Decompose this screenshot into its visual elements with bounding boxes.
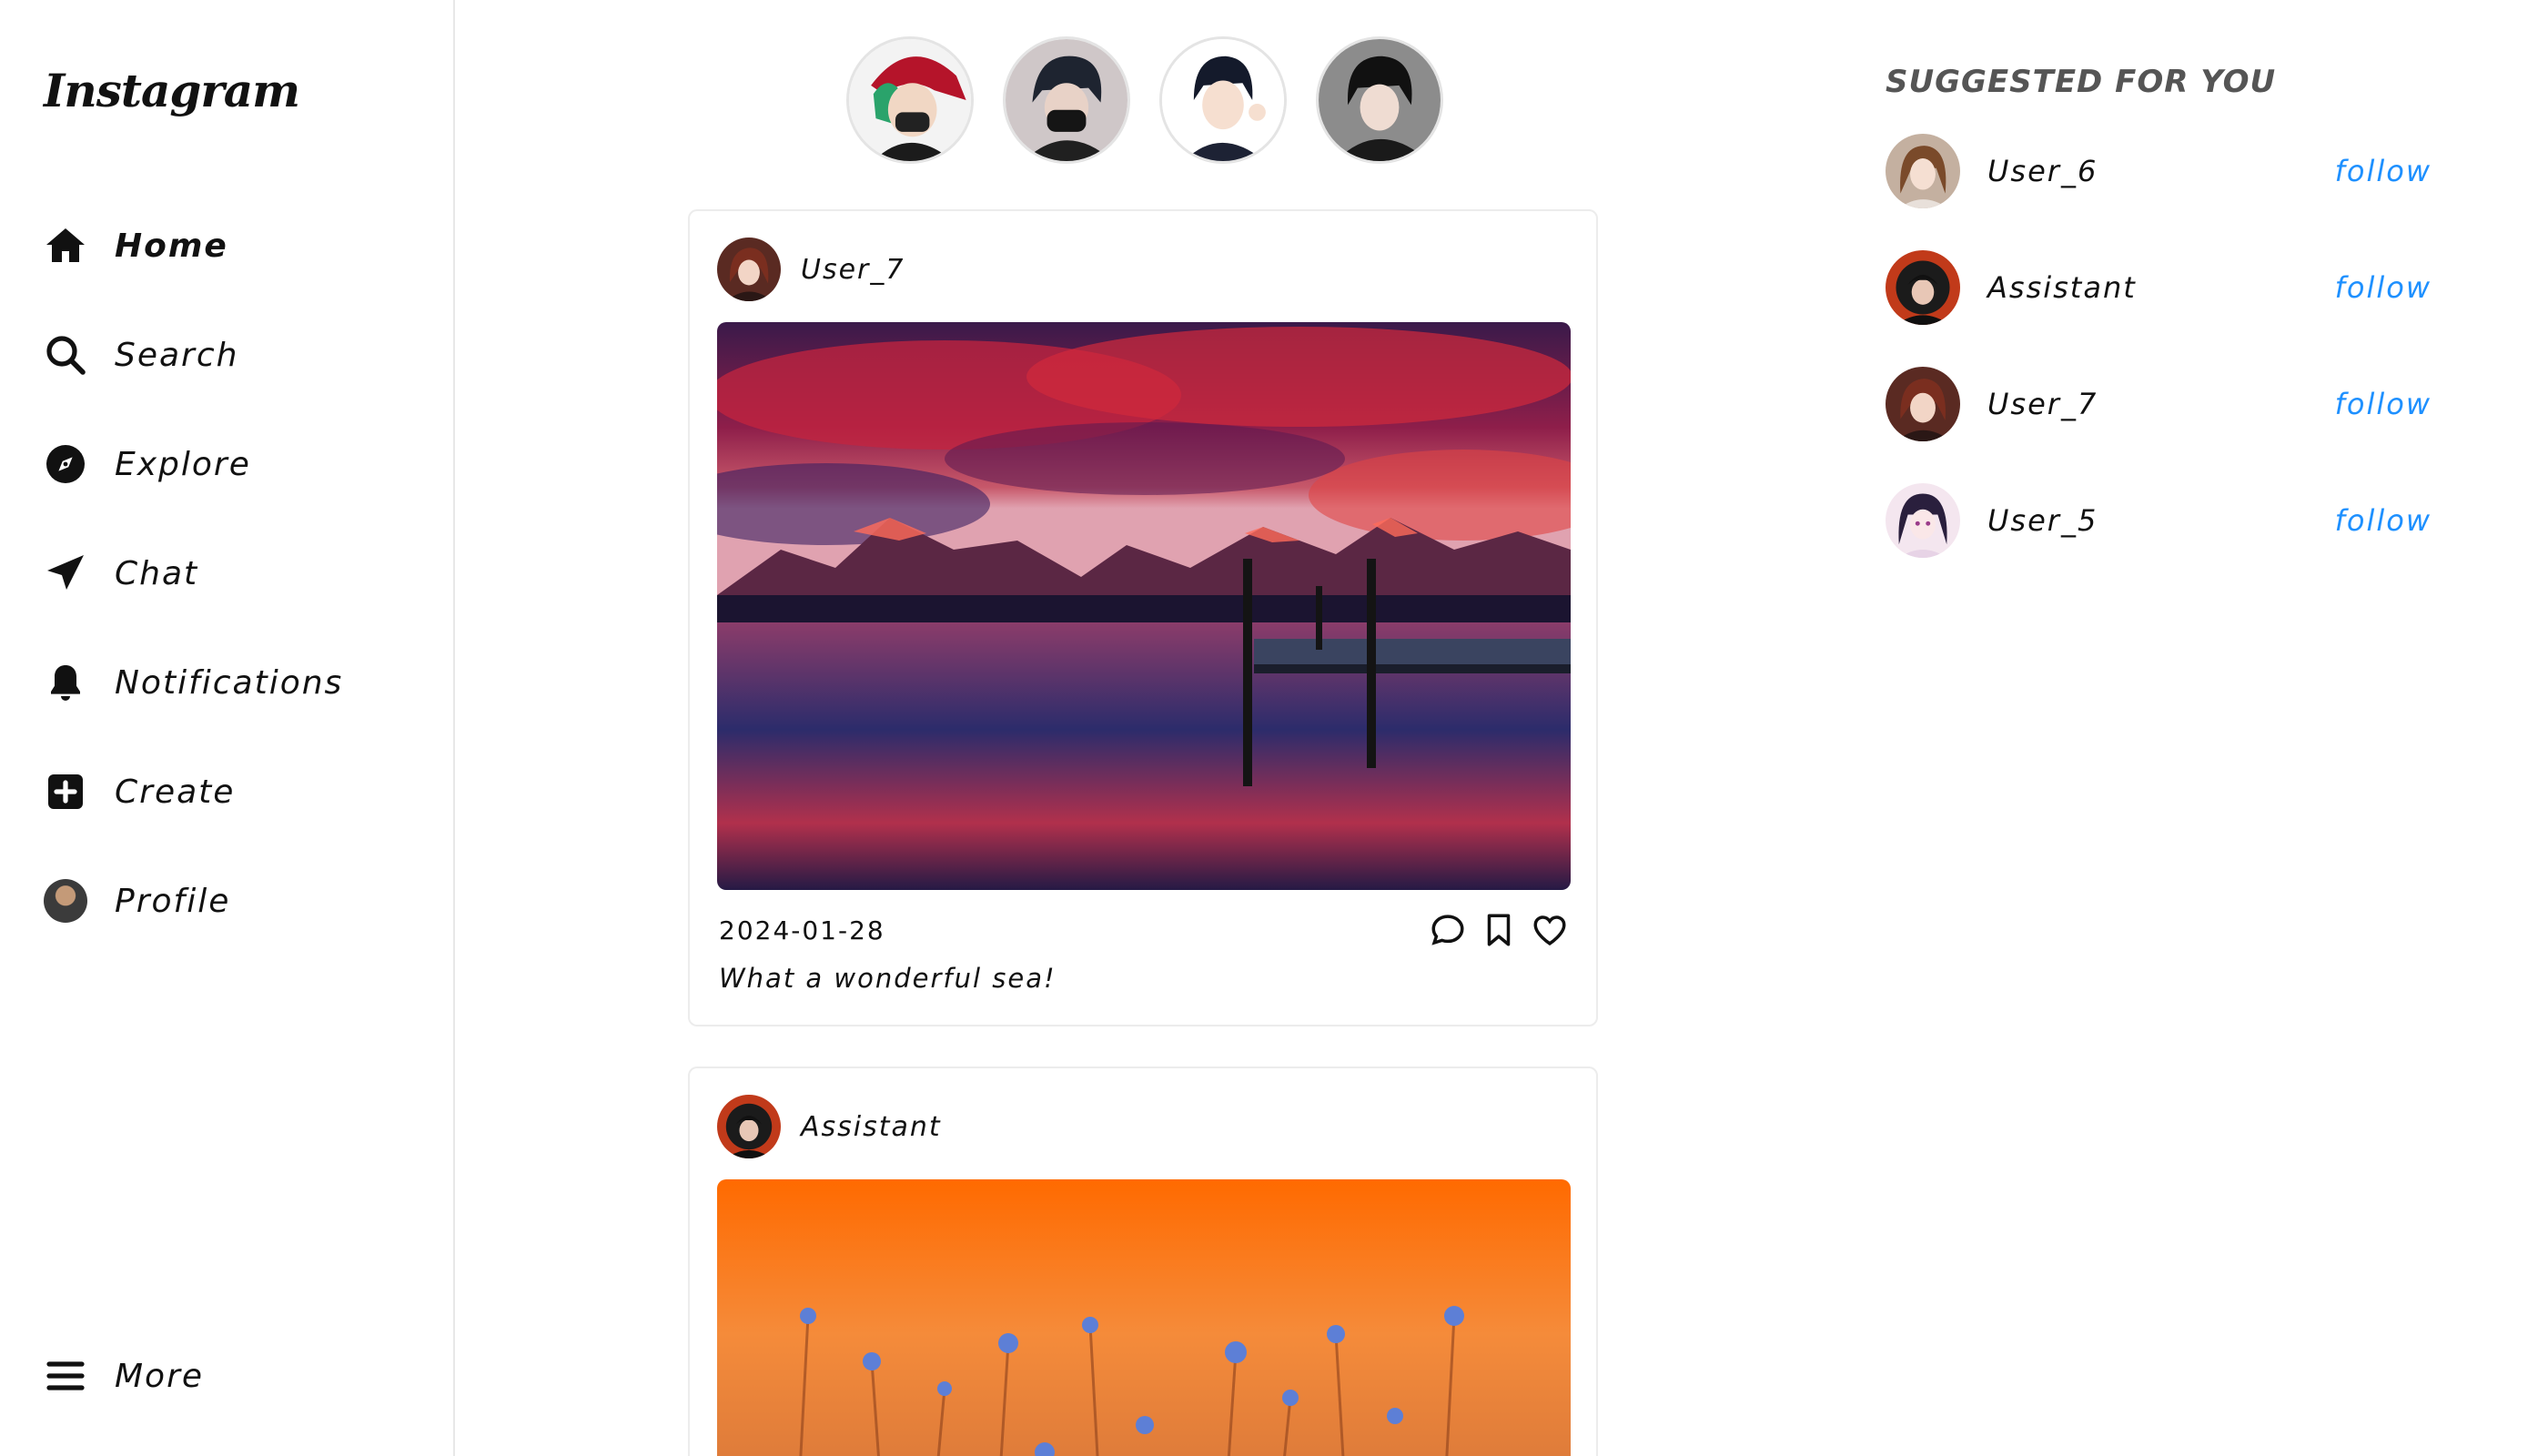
post-image[interactable] <box>717 322 1571 890</box>
follow-button[interactable]: follow <box>2335 387 2432 421</box>
suggestion-avatar[interactable] <box>1886 250 1960 325</box>
suggestion-avatar[interactable] <box>1886 134 1960 208</box>
sidebar-item-label: Chat <box>115 554 199 592</box>
send-icon <box>44 551 87 595</box>
profile-avatar <box>44 879 87 923</box>
post-image[interactable] <box>717 1179 1571 1456</box>
story-avatar[interactable] <box>846 36 974 164</box>
post-username[interactable]: User_7 <box>801 254 905 286</box>
sidebar-item-chat[interactable]: Chat <box>44 519 343 628</box>
search-icon <box>44 333 87 377</box>
post-header: User_7 <box>690 211 1596 302</box>
story-avatar[interactable] <box>1003 36 1130 164</box>
sidebar-item-label: Notifications <box>115 663 344 702</box>
suggestions-list: User_6 follow Assistant follow User_7 fo… <box>1886 113 2432 579</box>
post-card: User_7 2024-01-28 What a wonderful sea! <box>688 209 1598 1026</box>
sidebar-item-notifications[interactable]: Notifications <box>44 628 343 737</box>
follow-button[interactable]: follow <box>2335 503 2432 538</box>
suggestion-username[interactable]: User_7 <box>1987 387 2297 421</box>
story-avatar[interactable] <box>1159 36 1287 164</box>
comment-icon[interactable] <box>1429 911 1467 949</box>
suggestion-item: User_7 follow <box>1886 346 2432 462</box>
more-button[interactable]: More <box>44 1321 204 1431</box>
post-caption: What a wonderful sea! <box>719 963 1057 994</box>
story-avatar[interactable] <box>1316 36 1443 164</box>
sidebar-item-label: Search <box>115 336 239 374</box>
app-root: Instagram Home Search Explore Chat Notif… <box>0 0 2548 1456</box>
home-icon <box>44 224 87 268</box>
post-username[interactable]: Assistant <box>801 1111 942 1143</box>
post-header: Assistant <box>690 1068 1596 1159</box>
compass-icon <box>44 442 87 486</box>
sidebar-item-home[interactable]: Home <box>44 191 343 300</box>
suggestions-panel: SUGGESTED FOR YOU User_6 follow Assistan… <box>1886 64 2432 579</box>
suggestion-avatar[interactable] <box>1886 367 1960 441</box>
suggestion-item: Assistant follow <box>1886 229 2432 346</box>
bookmark-icon[interactable] <box>1480 911 1518 949</box>
sidebar-item-search[interactable]: Search <box>44 300 343 410</box>
post-actions <box>1429 911 1569 949</box>
bell-icon <box>44 661 87 704</box>
suggestion-item: User_6 follow <box>1886 113 2432 229</box>
post-user-avatar[interactable] <box>717 1095 781 1158</box>
post-card: Assistant <box>688 1067 1598 1456</box>
instagram-logo[interactable]: Instagram <box>44 64 300 117</box>
suggestion-username[interactable]: Assistant <box>1987 270 2297 305</box>
suggestion-username[interactable]: User_5 <box>1987 503 2297 538</box>
sidebar-item-profile[interactable]: Profile <box>44 846 343 956</box>
suggestion-username[interactable]: User_6 <box>1987 154 2297 188</box>
sidebar-item-label: Explore <box>115 445 251 483</box>
post-user-avatar[interactable] <box>717 238 781 301</box>
suggestion-item: User_5 follow <box>1886 462 2432 579</box>
sidebar-nav: Home Search Explore Chat Notifications C… <box>44 191 343 956</box>
heart-icon[interactable] <box>1531 911 1569 949</box>
sidebar: Instagram Home Search Explore Chat Notif… <box>0 0 455 1456</box>
follow-button[interactable]: follow <box>2335 270 2432 305</box>
plus-square-icon <box>44 770 87 814</box>
suggestions-title: SUGGESTED FOR YOU <box>1886 64 2277 100</box>
post-meta: 2024-01-28 <box>690 890 1596 946</box>
suggestion-avatar[interactable] <box>1886 483 1960 558</box>
stories-bar <box>846 36 1443 164</box>
more-label: More <box>115 1357 205 1395</box>
follow-button[interactable]: follow <box>2335 154 2432 188</box>
sidebar-item-label: Profile <box>115 882 231 920</box>
sidebar-item-label: Home <box>115 227 228 265</box>
menu-icon <box>44 1354 87 1398</box>
post-date: 2024-01-28 <box>719 915 885 945</box>
sidebar-item-explore[interactable]: Explore <box>44 410 343 519</box>
sidebar-item-create[interactable]: Create <box>44 737 343 846</box>
sidebar-item-label: Create <box>115 773 236 811</box>
